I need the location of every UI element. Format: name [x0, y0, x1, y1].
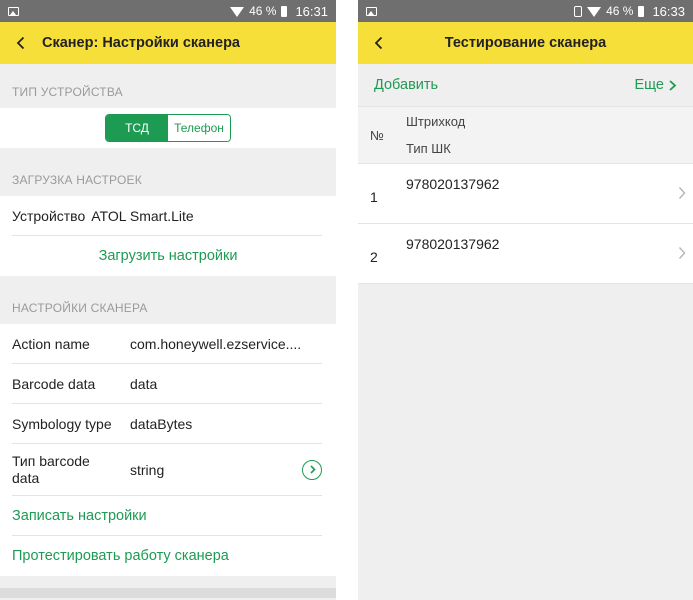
row-number: 2 [370, 248, 378, 265]
setting-label: Action name [12, 335, 90, 352]
save-settings-button[interactable]: Записать настройки [12, 496, 322, 536]
page-title: Тестирование сканера [444, 35, 607, 51]
setting-value: dataBytes [130, 415, 193, 432]
battery-percent: 46 % [249, 4, 277, 18]
page-title: Сканер: Настройки сканера [42, 35, 240, 51]
back-button[interactable] [0, 22, 42, 64]
back-arrow-icon [374, 36, 383, 50]
more-label: Еще [634, 77, 664, 93]
image-icon [8, 6, 19, 16]
scanner-settings-screen: 46 % 16:31 Сканер: Настройки сканера ТИП… [0, 0, 336, 600]
setting-value: string [130, 461, 165, 478]
vibrate-icon [574, 5, 583, 17]
device-type-phone[interactable]: Телефон [168, 115, 230, 141]
select-type-button[interactable] [302, 459, 322, 480]
battery-icon [638, 5, 645, 17]
clock: 16:33 [652, 3, 685, 19]
setting-row-barcode-data[interactable]: Barcode data data [12, 364, 322, 404]
section-header-scanner-settings: НАСТРОЙКИ СКАНЕРА [12, 301, 148, 315]
section-header-device-type: ТИП УСТРОЙСТВА [12, 85, 123, 99]
setting-row-symbology-type[interactable]: Symbology type dataBytes [12, 404, 322, 444]
chevron-right-icon [677, 246, 687, 260]
test-scanner-button[interactable]: Протестировать работу сканера [12, 536, 322, 576]
device-row[interactable]: Устройство ATOL Smart.Lite [12, 196, 322, 236]
setting-value: data [130, 375, 158, 392]
app-bar: Сканер: Настройки сканера [0, 22, 336, 64]
column-header-number: № [370, 127, 384, 143]
clock: 16:31 [295, 3, 328, 19]
chevron-right-icon [677, 186, 687, 200]
load-settings-button[interactable]: Загрузить настройки [0, 236, 336, 276]
scanner-settings-group: Action name com.honeywell.ezservice.... … [0, 324, 336, 576]
column-header-barcode: Штрихкод [406, 114, 466, 129]
row-barcode: 978020137962 [406, 176, 500, 192]
device-value: ATOL Smart.Lite [91, 207, 194, 224]
battery-icon [281, 5, 288, 17]
wifi-icon [587, 7, 602, 17]
setting-row-barcode-data-type[interactable]: Тип barcode data string [12, 444, 322, 496]
battery-percent: 46 % [606, 4, 634, 18]
app-bar: Тестирование сканера [358, 22, 693, 64]
section-header-load-settings: ЗАГРУЗКА НАСТРОЕК [12, 173, 142, 187]
scanner-test-screen: 46 % 16:33 Тестирование сканера Добавить… [358, 0, 693, 600]
status-bar: 46 % 16:31 [0, 0, 336, 22]
table-row[interactable]: 2 978020137962 [358, 224, 693, 284]
add-button[interactable]: Добавить [374, 77, 438, 93]
image-icon [366, 6, 377, 16]
row-barcode: 978020137962 [406, 236, 500, 252]
bottom-bar [0, 588, 336, 598]
back-button[interactable] [358, 22, 400, 64]
circle-arrow-icon [309, 465, 316, 474]
status-bar: 46 % 16:33 [358, 0, 693, 22]
setting-label: Тип barcode data [12, 452, 90, 486]
row-number: 1 [370, 188, 378, 205]
device-type-toggle: ТСД Телефон [105, 114, 231, 142]
table-header: № Штрихкод Тип ШК [358, 106, 693, 164]
wifi-icon [230, 7, 245, 17]
setting-label: Barcode data [12, 375, 96, 392]
table-row[interactable]: 1 978020137962 [358, 164, 693, 224]
setting-value: com.honeywell.ezservice.... [130, 335, 302, 352]
device-type-tsd[interactable]: ТСД [106, 115, 168, 141]
more-button[interactable]: Еще [634, 77, 677, 93]
device-label: Устройство [12, 207, 86, 224]
column-header-type: Тип ШК [406, 141, 451, 156]
setting-row-action-name[interactable]: Action name com.honeywell.ezservice.... [12, 324, 322, 364]
chevron-right-icon [669, 79, 677, 91]
command-bar: Добавить Еще [358, 64, 693, 106]
load-settings-group: Устройство ATOL Smart.Lite Загрузить нас… [0, 196, 336, 276]
setting-label: Symbology type [12, 415, 112, 432]
device-type-group: ТСД Телефон [0, 108, 336, 148]
back-arrow-icon [16, 36, 25, 50]
